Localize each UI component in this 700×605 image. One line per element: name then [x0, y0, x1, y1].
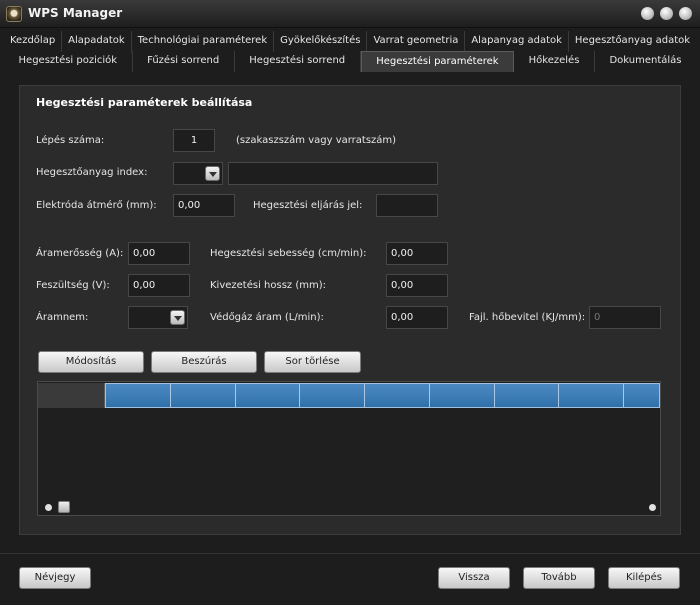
- scroll-left-arrow[interactable]: [45, 504, 52, 511]
- voltage-input[interactable]: 0,00: [128, 274, 190, 297]
- modify-button[interactable]: Módosítás: [38, 351, 144, 373]
- grid-column-header[interactable]: [106, 384, 171, 407]
- tab-hegesztoanyag-adatok[interactable]: Hegesztőanyag adatok: [569, 31, 696, 52]
- voltage-label: Feszültség (V):: [36, 280, 110, 291]
- grid-column-header[interactable]: [624, 384, 659, 407]
- next-button[interactable]: Tovább: [523, 567, 595, 589]
- process-input[interactable]: [376, 194, 438, 217]
- heat-input-label: Fajl. hőbevitel (KJ/mm):: [469, 312, 586, 323]
- filler-index-select[interactable]: [173, 162, 223, 185]
- chevron-down-icon[interactable]: [170, 310, 185, 325]
- tab-fuzesi-sorrend[interactable]: Fűzési sorrend: [133, 51, 235, 72]
- grid-column-header[interactable]: [236, 384, 301, 407]
- grid-column-header[interactable]: [559, 384, 624, 407]
- close-button[interactable]: [679, 7, 692, 20]
- chevron-down-icon[interactable]: [205, 166, 220, 181]
- app-logo-icon: [6, 6, 22, 22]
- speed-input[interactable]: 0,00: [386, 242, 448, 265]
- grid-column-header[interactable]: [430, 384, 495, 407]
- grid-column-header[interactable]: [495, 384, 560, 407]
- filler-index-text[interactable]: [228, 162, 438, 185]
- section-title: Hegesztési paraméterek beállítása: [36, 96, 253, 109]
- speed-label: Hegesztési sebesség (cm/min):: [210, 248, 367, 259]
- tab-hegesztesi-sorrend[interactable]: Hegesztési sorrend: [235, 51, 361, 72]
- tab-row-2: Hegesztési poziciók Fűzési sorrend Heges…: [4, 51, 696, 72]
- tab-varrat-geometria[interactable]: Varrat geometria: [367, 31, 466, 52]
- tab-gyokelokeszites[interactable]: Gyökelőkészítés: [274, 31, 368, 52]
- tab-dokumentalas[interactable]: Dokumentálás: [595, 51, 696, 72]
- tab-hegesztesi-poziciok[interactable]: Hegesztési poziciók: [4, 51, 133, 72]
- minimize-button[interactable]: [641, 7, 654, 20]
- stickout-input[interactable]: 0,00: [386, 274, 448, 297]
- window-title: WPS Manager: [28, 6, 123, 20]
- step-input[interactable]: 1: [173, 129, 215, 152]
- current-label: Áramerősség (A):: [36, 248, 124, 259]
- tab-alapanyag-adatok[interactable]: Alapanyag adatok: [465, 31, 569, 52]
- footer-divider: [0, 553, 700, 554]
- shield-gas-label: Védőgáz áram (L/min):: [210, 312, 324, 323]
- process-label: Hegesztési eljárás jel:: [253, 200, 363, 211]
- filler-index-label: Hegesztőanyag index:: [36, 167, 148, 178]
- maximize-button[interactable]: [660, 7, 673, 20]
- tab-technologiai-parameterek[interactable]: Technológiai paraméterek: [132, 31, 275, 52]
- current-input[interactable]: 0,00: [128, 242, 190, 265]
- grid-column-header[interactable]: [171, 384, 236, 407]
- delete-row-button[interactable]: Sor törlése: [264, 351, 361, 373]
- title-bar: WPS Manager: [0, 0, 700, 28]
- heat-input-field: 0: [589, 306, 661, 329]
- tab-hokezeles[interactable]: Hőkezelés: [514, 51, 595, 72]
- tab-row-1: Kezdőlap Alapadatok Technológiai paramét…: [4, 31, 696, 52]
- current-type-label: Áramnem:: [36, 312, 89, 323]
- grid-header: [105, 383, 660, 408]
- horizontal-scrollbar-thumb[interactable]: [58, 501, 70, 513]
- grid-column-header[interactable]: [365, 384, 430, 407]
- parameters-grid[interactable]: [37, 381, 661, 516]
- exit-button[interactable]: Kilépés: [608, 567, 680, 589]
- step-label: Lépés száma:: [36, 135, 105, 146]
- back-button[interactable]: Vissza: [438, 567, 510, 589]
- tab-alapadatok[interactable]: Alapadatok: [62, 31, 132, 52]
- insert-button[interactable]: Beszúrás: [151, 351, 257, 373]
- electrode-label: Elektróda átmérő (mm):: [36, 200, 157, 211]
- about-button[interactable]: Névjegy: [19, 567, 91, 589]
- electrode-input[interactable]: 0,00: [173, 194, 235, 217]
- step-hint: (szakaszszám vagy varratszám): [236, 135, 397, 146]
- current-type-select[interactable]: [128, 306, 188, 329]
- grid-corner: [38, 383, 105, 408]
- tab-hegesztesi-parameterek[interactable]: Hegesztési paraméterek: [360, 51, 515, 72]
- stickout-label: Kivezetési hossz (mm):: [210, 280, 327, 291]
- grid-column-header[interactable]: [300, 384, 365, 407]
- shield-gas-input[interactable]: 0,00: [386, 306, 448, 329]
- scroll-right-arrow[interactable]: [649, 504, 656, 511]
- tab-kezdolap[interactable]: Kezdőlap: [4, 31, 63, 52]
